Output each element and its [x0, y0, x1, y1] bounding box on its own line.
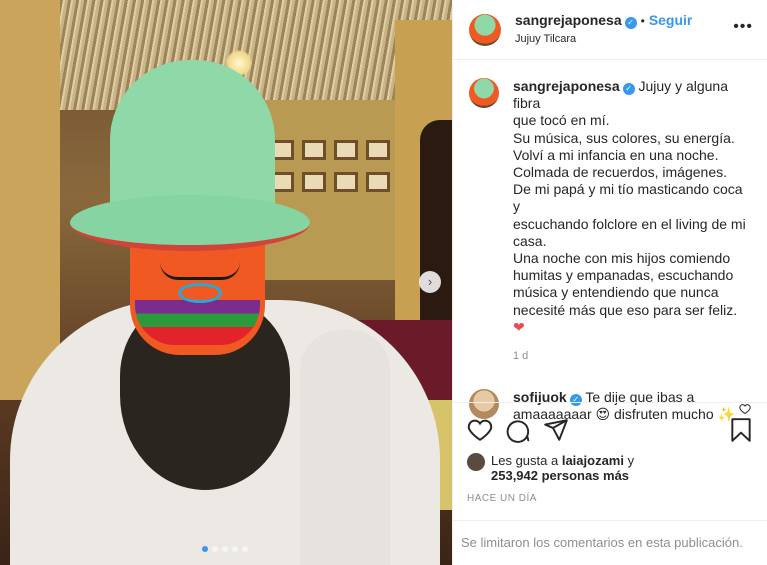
carousel-dot-5: [242, 546, 248, 552]
verified-badge-icon: ✓: [622, 83, 635, 95]
caption-line: necesité más que eso para ser feliz.: [513, 301, 738, 318]
caption: sangrejaponesa ✓ Jujuy y alguna fibra que…: [453, 60, 767, 365]
mask-mouth: [178, 283, 222, 303]
post-timestamp[interactable]: HACE UN DÍA: [467, 493, 754, 504]
caption-time-ago[interactable]: 1 d: [513, 348, 751, 365]
caption-line: escuchando folclore en el living de mi: [513, 215, 746, 232]
caption-line: De mi papá y mi tío masticando coca y: [513, 181, 743, 215]
outstretched-arm: [300, 330, 390, 565]
left-wall: [0, 0, 60, 400]
post-actions: Les gusta a laiajozami y 253,942 persona…: [453, 402, 767, 504]
post-photo[interactable]: ›: [0, 0, 452, 565]
follow-button[interactable]: Seguir: [649, 12, 693, 28]
header-text: sangrejaponesa ✓ • Seguir Jujuy Tilcara: [515, 12, 692, 47]
carousel-dots: [202, 546, 248, 552]
likes-text: Les gusta a laiajozami y 253,942 persona…: [491, 453, 634, 483]
caption-line: Volví a mi infancia en una noche.: [513, 146, 719, 163]
liker-avatar[interactable]: [467, 453, 485, 471]
caption-username[interactable]: sangrejaponesa: [513, 78, 620, 94]
next-photo-button[interactable]: ›: [419, 271, 441, 293]
caption-body: sangrejaponesa ✓ Jujuy y alguna fibra que…: [513, 78, 751, 365]
caption-line: que tocó en mí.: [513, 112, 610, 129]
caption-line: música y entendiendo que nunca: [513, 284, 719, 301]
caption-line: Colmada de recuerdos, imágenes.: [513, 164, 728, 181]
caption-line: Una noche con mis hijos comiendo: [513, 250, 731, 267]
embroidered-moustache: [160, 262, 240, 280]
likes-prefix: Les gusta a: [491, 453, 559, 468]
likes-connector: y: [627, 453, 635, 468]
verified-badge-icon: ✓: [624, 17, 637, 29]
post-header: sangrejaponesa ✓ • Seguir Jujuy Tilcara •••: [453, 0, 767, 60]
carousel-dot-1: [202, 546, 208, 552]
post-side-panel: sangrejaponesa ✓ • Seguir Jujuy Tilcara •••…: [452, 0, 767, 565]
green-hat-brim: [70, 195, 310, 251]
action-row: [467, 417, 754, 443]
share-icon[interactable]: [543, 417, 569, 443]
balaclava-stripes: [135, 300, 260, 345]
caption-line: casa.: [513, 232, 547, 249]
bookmark-icon[interactable]: [728, 417, 754, 443]
caption-line: Su música, sus colores, su energía.: [513, 129, 735, 146]
caption-avatar[interactable]: [469, 78, 499, 108]
more-options-icon[interactable]: •••: [733, 18, 753, 36]
header-separator: •: [640, 14, 645, 28]
picture-frames: [270, 140, 400, 210]
likes-summary: Les gusta a laiajozami y 253,942 persona…: [467, 453, 754, 483]
likes-count[interactable]: 253,942 personas más: [491, 468, 629, 483]
post-location[interactable]: Jujuy Tilcara: [515, 31, 692, 47]
carousel-dot-3: [222, 546, 228, 552]
carousel-dot-2: [212, 546, 218, 552]
author-avatar[interactable]: [469, 13, 501, 46]
comment-icon[interactable]: [505, 417, 531, 443]
heart-emoji: ❤: [513, 318, 525, 335]
carousel-dot-4: [232, 546, 238, 552]
comments-limited-notice: Se limitaron los comentarios en esta pub…: [453, 520, 767, 565]
liker-username[interactable]: laiajozami: [562, 453, 624, 468]
heart-outline-icon[interactable]: [467, 417, 493, 443]
author-username[interactable]: sangrejaponesa: [515, 12, 622, 28]
caption-line: humitas y empanadas, escuchando: [513, 267, 734, 284]
